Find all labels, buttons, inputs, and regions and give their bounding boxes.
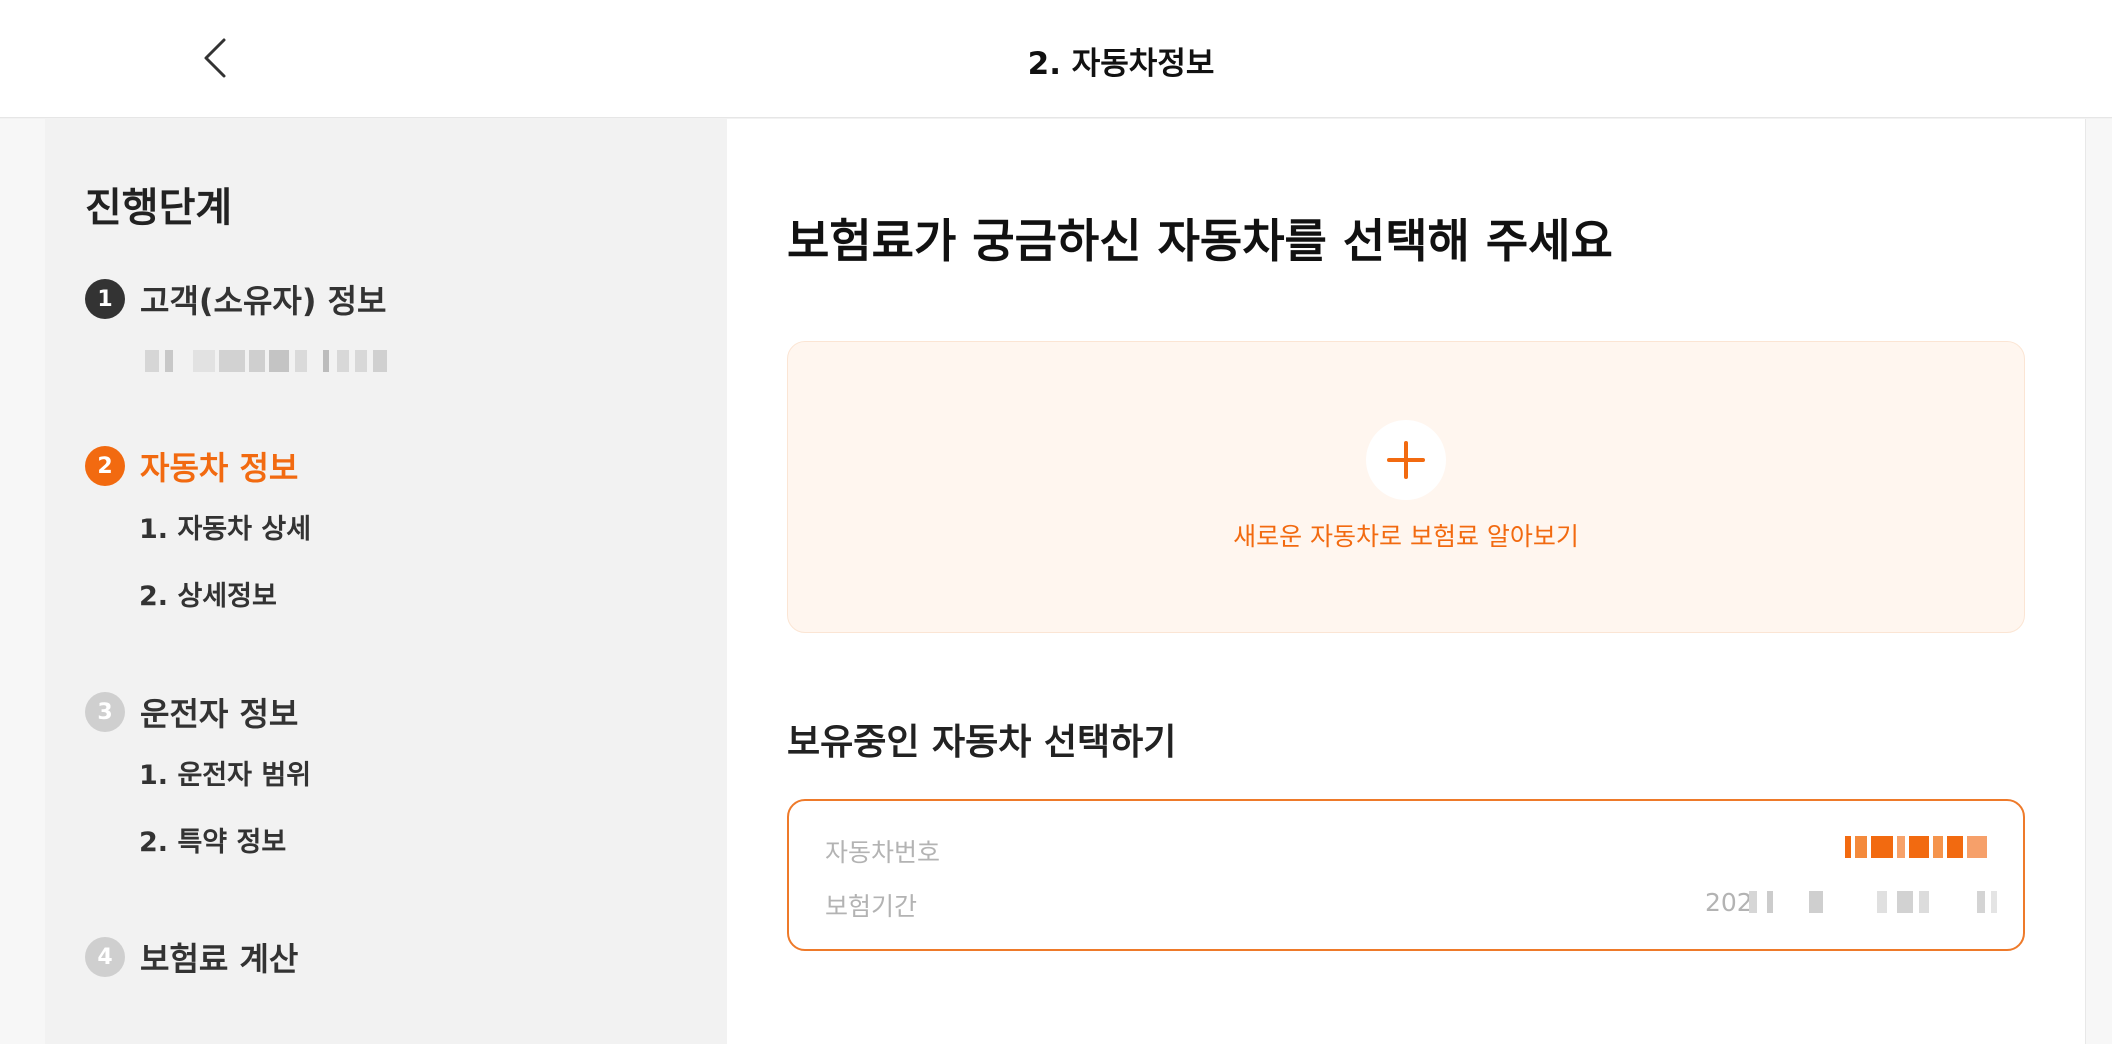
page-title: 2. 자동차정보 xyxy=(1027,46,1215,82)
step-label: 자동차 정보 xyxy=(140,449,299,487)
owned-car-card[interactable]: 자동차번호 보험기간 202 xyxy=(787,799,2025,951)
sidebar-title: 진행단계 xyxy=(85,185,233,231)
right-gutter xyxy=(2085,119,2112,1044)
step-number-badge: 2 xyxy=(85,446,125,486)
step-driver-info: 3 운전자 정보 xyxy=(85,689,298,735)
plus-icon xyxy=(1387,441,1425,479)
main-heading: 보험료가 궁금하신 자동차를 선택해 주세요 xyxy=(787,214,1613,268)
owned-cars-heading: 보유중인 자동차 선택하기 xyxy=(787,722,1177,763)
step-customer-info: 1 고객(소유자) 정보 xyxy=(85,276,386,322)
substep-special-terms[interactable]: 2. 특약 정보 xyxy=(139,820,286,859)
plus-circle xyxy=(1366,420,1446,500)
left-gutter xyxy=(0,119,45,1044)
step-premium-calc: 4 보험료 계산 xyxy=(85,934,298,980)
substep-driver-range[interactable]: 1. 운전자 범위 xyxy=(139,753,311,792)
masked-customer-info xyxy=(145,350,445,372)
car-number-label: 자동차번호 xyxy=(825,838,941,867)
step-label: 운전자 정보 xyxy=(140,695,299,733)
masked-insurance-period xyxy=(1749,891,1999,913)
step-number-badge: 4 xyxy=(85,937,125,977)
step-number-badge: 1 xyxy=(85,279,125,319)
new-car-label: 새로운 자동차로 보험료 알아보기 xyxy=(1233,522,1579,551)
masked-car-number xyxy=(1845,836,1995,858)
step-label: 고객(소유자) 정보 xyxy=(140,282,387,320)
step-label: 보험료 계산 xyxy=(140,940,299,978)
top-bar: 2. 자동차정보 xyxy=(0,0,2112,118)
step-number-badge: 3 xyxy=(85,692,125,732)
substep-car-detail[interactable]: 1. 자동차 상세 xyxy=(139,507,311,546)
insurance-period-label: 보험기간 xyxy=(825,892,918,921)
substep-detail-info[interactable]: 2. 상세정보 xyxy=(139,574,277,613)
step-car-info: 2 자동차 정보 xyxy=(85,443,298,489)
progress-sidebar: 진행단계 1 고객(소유자) 정보 2 자동차 정보 1. 자동차 상세 2. … xyxy=(45,119,727,1044)
new-car-button[interactable]: 새로운 자동차로 보험료 알아보기 xyxy=(787,341,2025,633)
insurance-period-prefix: 202 xyxy=(1705,888,1753,917)
main-content: 보험료가 궁금하신 자동차를 선택해 주세요 새로운 자동차로 보험료 알아보기… xyxy=(727,119,2085,1044)
